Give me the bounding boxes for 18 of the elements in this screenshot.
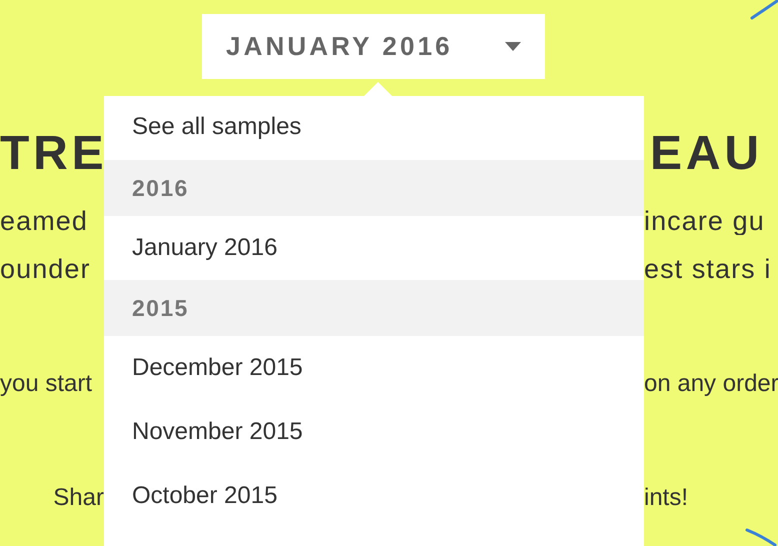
- body-text: est stars i: [644, 256, 772, 282]
- year-header: 2015: [104, 280, 644, 336]
- body-text: on any order: [644, 372, 778, 396]
- menu-item[interactable]: December 2015: [104, 336, 644, 400]
- caret-down-icon: [505, 42, 521, 51]
- body-text: ints!: [644, 486, 688, 510]
- squiggle-icon: [748, 0, 778, 20]
- year-header: 2016: [104, 160, 644, 216]
- menu-item[interactable]: January 2016: [104, 216, 644, 280]
- month-dropdown-button[interactable]: JANUARY 2016: [202, 14, 545, 79]
- body-text: ounder: [0, 256, 91, 282]
- menu-item[interactable]: October 2015: [104, 464, 644, 528]
- body-text: you start: [0, 372, 92, 396]
- body-text: eamed: [0, 208, 88, 234]
- body-text: Shar: [53, 486, 104, 510]
- squiggle-icon: [744, 526, 778, 546]
- heading-text: EAU: [649, 130, 763, 178]
- menu-item[interactable]: November 2015: [104, 400, 644, 464]
